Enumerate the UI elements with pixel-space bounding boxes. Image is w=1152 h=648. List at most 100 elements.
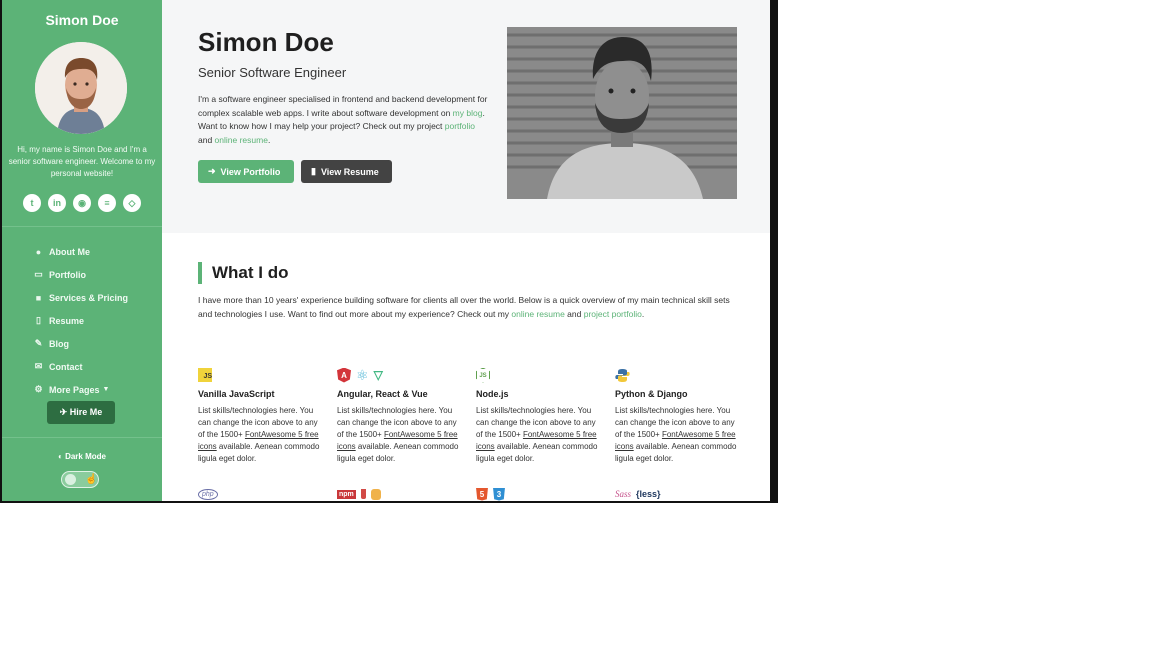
skill-description: List skills/technologies here. You can c… [615,405,739,465]
angular-icon: A [337,367,351,383]
hire-me-label: Hire Me [69,407,103,417]
vuejs-icon: ▽ [373,368,383,382]
nav-item-label: About Me [49,246,90,257]
intro-text: . [267,134,271,145]
hero-section: Simon Doe Senior Software Engineer I'm a… [162,0,770,233]
linkedin-icon[interactable]: in [48,194,66,212]
nav-item-label: Services & Pricing [49,292,129,303]
python-icon [615,368,630,383]
nav-item-blog[interactable]: ✎ Blog [33,332,153,355]
toggle-knob [65,474,76,485]
css3-icon: 3 [493,487,505,501]
skill-name: Vanilla JavaScript [198,389,275,399]
screenshot-frame: Simon Doe Hi, my name is Simon Doe and I… [0,0,778,503]
less-icon: {less} [636,489,661,499]
mouse-pointer-icon: ☝ [85,474,98,485]
user-icon: ● [35,246,42,257]
skill-description: List skills/technologies here. You can c… [198,405,322,465]
skill-name: Angular, React & Vue [337,389,428,399]
skill-icon-row: npm [337,487,381,501]
nav-item-label: More Pages [49,384,100,395]
skill-icon-row: php [198,487,218,501]
hero-title: Senior Software Engineer [198,65,347,80]
blog-link[interactable]: my blog [453,108,483,118]
skill-desc-text: available. Aenean commodo ligula eget do… [198,442,320,463]
view-portfolio-button[interactable]: ➜ View Portfolio [198,160,294,183]
stack-overflow-icon[interactable]: ≡ [98,194,116,212]
resume-link[interactable]: online resume [215,135,268,145]
view-resume-label: View Resume [320,166,379,177]
profile-photo [507,27,737,199]
intro-text: and [564,309,584,319]
file-icon: ▮ [311,166,316,176]
portfolio-link[interactable]: portfolio [445,121,475,131]
paper-plane-icon: ✈ [59,407,68,417]
hero-intro: I'm a software engineer specialised in f… [198,93,488,147]
npm-icon: npm [337,489,356,499]
react-icon: ⚛ [356,367,369,383]
intro-text: I have more than 10 years' experience bu… [198,295,730,319]
file-alt-icon: ▯ [36,315,41,325]
codepen-icon[interactable]: ◇ [123,194,141,212]
nav-item-label: Resume [49,315,85,326]
profile-avatar [35,42,127,134]
hire-me-button[interactable]: ✈ Hire Me [47,401,115,424]
skill-name: Node.js [476,389,509,399]
skill-desc-text: available. Aenean commodo ligula eget do… [615,442,737,463]
skill-icon-row: Sass {less} [615,487,661,501]
view-portfolio-label: View Portfolio [220,166,281,177]
envelope-open-icon: ✉ [34,361,43,371]
node-js-icon: JS [476,367,490,383]
twitter-icon[interactable]: t [23,194,41,212]
skill-description: List skills/technologies here. You can c… [476,405,600,465]
nav-item-label: Portfolio [49,269,86,280]
intro-text: and [198,134,215,145]
nav-item-contact[interactable]: ✉ Contact [33,355,153,378]
sidebar: Simon Doe Hi, my name is Simon Doe and I… [2,0,162,501]
online-resume-link[interactable]: online resume [511,309,564,319]
skill-card: Python & Django List skills/technologies… [615,367,739,465]
intro-text: . [641,309,645,319]
skill-icon-row: 5 3 [476,487,505,501]
briefcase-icon: ■ [35,292,42,303]
social-links: t in ◉ ≡ ◇ [2,194,162,212]
nav-item-services-pricing[interactable]: ■ Services & Pricing [33,286,153,309]
grunt-icon [370,488,381,500]
skill-card: JS Vanilla JavaScript List skills/techno… [198,367,322,465]
sidebar-nav: ● About Me ▭ Portfolio ■ Services & Pric… [33,240,153,401]
skill-desc-text: available. Aenean commodo ligula eget do… [337,442,459,463]
nav-item-resume[interactable]: ▯ Resume [33,309,153,332]
section-title: What I do [198,262,288,284]
hero-name: Simon Doe [198,27,334,57]
skill-name: Python & Django [615,389,688,399]
sidebar-divider [2,226,162,227]
nav-item-label: Blog [49,338,69,349]
view-resume-button[interactable]: ▮ View Resume [301,160,392,183]
main-content: Simon Doe Senior Software Engineer I'm a… [162,0,770,501]
caret-down-icon: ▼ [102,386,110,393]
skill-desc-text: available. Aenean commodo ligula eget do… [476,442,598,463]
sidebar-bio: Hi, my name is Simon Doe and I'm a senio… [8,145,156,178]
intro-text: I'm a software engineer specialised in f… [198,94,488,118]
github-icon[interactable]: ◉ [73,194,91,212]
gulp-icon [360,489,366,499]
html5-icon: 5 [476,487,488,501]
site-name[interactable]: Simon Doe [2,12,162,28]
nav-item-about-me[interactable]: ● About Me [33,240,153,263]
sass-icon: Sass [615,489,632,499]
nav-item-label: Contact [49,361,83,372]
nav-item-more-pages[interactable]: ⚙ More Pages ▼ [33,378,153,401]
js-square-icon: JS [198,368,212,382]
cogs-icon: ⚙ [34,384,43,394]
project-portfolio-link[interactable]: project portfolio [584,309,642,319]
skill-description: List skills/technologies here. You can c… [337,405,461,465]
laptop-code-icon: ▭ [34,269,43,279]
adjust-icon: ◐ [58,452,63,461]
php-icon: php [198,488,218,500]
sidebar-divider [2,437,162,438]
blog-icon: ✎ [34,338,43,348]
nav-item-portfolio[interactable]: ▭ Portfolio [33,263,153,286]
dark-mode-text: Dark Mode [65,452,106,461]
section-intro: I have more than 10 years' experience bu… [198,293,738,321]
dark-mode-label: ◐ Dark Mode [2,452,162,461]
